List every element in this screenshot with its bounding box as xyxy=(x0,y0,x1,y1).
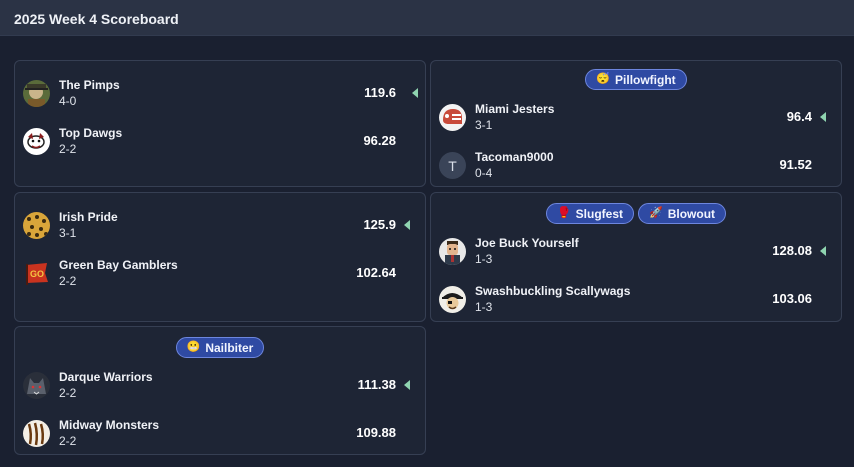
go-flag-avatar-icon: GO xyxy=(23,260,50,287)
team-score: 125.9 xyxy=(363,217,396,232)
sleepy-face-icon: 😴 xyxy=(596,73,611,85)
grimacing-face-icon: 😬 xyxy=(186,341,201,353)
winner-arrow-icon xyxy=(412,88,418,98)
winner-arrow-icon xyxy=(820,112,826,122)
winner-arrow-icon xyxy=(404,380,410,390)
team-score: 96.4 xyxy=(786,109,812,124)
badge-label: Blowout xyxy=(667,206,716,221)
wolf-avatar-icon xyxy=(23,372,50,399)
team-name: Midway Monsters xyxy=(59,418,160,432)
page-header: 2025 Week 4 Scoreboard xyxy=(0,0,854,36)
team-name: Irish Pride xyxy=(59,210,118,224)
team-score: 119.6 xyxy=(364,85,396,100)
team-score: 96.28 xyxy=(363,133,396,148)
rocket-icon: 🚀 xyxy=(649,207,663,219)
team-score: 128.08 xyxy=(772,243,812,258)
team-record: 3-1 xyxy=(59,226,77,240)
team-name: The Pimps xyxy=(59,78,120,92)
dog-avatar-icon xyxy=(23,128,50,155)
matchup-card[interactable]: Irish Pride 3-1 125.9 GO Green Bay Gambl… xyxy=(14,192,426,322)
slugfest-badge: 🥊 Slugfest xyxy=(545,203,634,224)
team-row[interactable]: Swashbuckling Scallywags 1-3 103.06 xyxy=(431,281,841,321)
matchup-card[interactable]: 🥊 Slugfest 🚀 Blowout Joe Buck Yourself 1-3… xyxy=(430,192,842,322)
team-score: 109.88 xyxy=(356,425,396,440)
team-record: 1-3 xyxy=(475,300,493,314)
team-row[interactable]: Miami Jesters 3-1 96.4 xyxy=(431,99,841,139)
winner-arrow-icon xyxy=(820,246,826,256)
team-name: Swashbuckling Scallywags xyxy=(475,284,631,298)
team-name: Joe Buck Yourself xyxy=(475,236,579,250)
team-name: Darque Warriors xyxy=(59,370,153,384)
team-score: 103.06 xyxy=(772,291,812,306)
team-name: Green Bay Gamblers xyxy=(59,258,178,272)
winner-arrow-icon xyxy=(404,220,410,230)
pillowfight-badge: 😴 Pillowfight xyxy=(585,69,687,90)
team-row[interactable]: Darque Warriors 2-2 111.38 xyxy=(15,367,425,407)
team-record: 2-2 xyxy=(59,386,77,400)
team-name: Tacoman9000 xyxy=(475,150,554,164)
matchup-card[interactable]: The Pimps 4-0 119.6 Top Dawgs 2-2 96.28 xyxy=(14,60,426,187)
team-row[interactable]: The Pimps 4-0 119.6 xyxy=(15,75,425,115)
letter-t-avatar-icon: T xyxy=(439,152,466,179)
team-row[interactable]: Midway Monsters 2-2 109.88 xyxy=(15,415,425,455)
team-record: 4-0 xyxy=(59,94,77,108)
badge-row: 😬 Nailbiter xyxy=(15,337,425,358)
leopard-avatar-icon xyxy=(23,212,50,239)
man-avatar-icon xyxy=(439,238,466,265)
team-row[interactable]: Top Dawgs 2-2 96.28 xyxy=(15,123,425,163)
matchup-card[interactable]: 😴 Pillowfight Miami Jesters 3-1 96.4 T Ta… xyxy=(430,60,842,187)
matchup-card[interactable]: 😬 Nailbiter Darque Warriors 2-2 111.38 Mi… xyxy=(14,326,426,455)
team-record: 2-2 xyxy=(59,434,77,448)
team-row[interactable]: T Tacoman9000 0-4 91.52 xyxy=(431,147,841,187)
badge-label: Pillowfight xyxy=(615,72,676,87)
team-score: 102.64 xyxy=(356,265,396,280)
team-name: Miami Jesters xyxy=(475,102,555,116)
blowout-badge: 🚀 Blowout xyxy=(638,203,727,224)
pirate-avatar-icon xyxy=(439,286,466,313)
football-helmet-avatar-icon xyxy=(439,104,466,131)
go-flag-text: GO xyxy=(30,269,44,279)
team-record: 2-2 xyxy=(59,142,77,156)
avatar-letter: T xyxy=(448,157,457,174)
team-score: 91.52 xyxy=(779,157,812,172)
team-name: Top Dawgs xyxy=(59,126,123,140)
team-record: 2-2 xyxy=(59,274,77,288)
team-score: 111.38 xyxy=(357,377,396,392)
team-record: 3-1 xyxy=(475,118,493,132)
badge-row: 😴 Pillowfight xyxy=(431,69,841,90)
page-title: 2025 Week 4 Scoreboard xyxy=(14,11,179,27)
boxing-glove-icon: 🥊 xyxy=(556,207,571,219)
team-row[interactable]: Irish Pride 3-1 125.9 xyxy=(15,207,425,247)
team-row[interactable]: GO Green Bay Gamblers 2-2 102.64 xyxy=(15,255,425,295)
badge-row: 🥊 Slugfest 🚀 Blowout xyxy=(431,203,841,224)
team-row[interactable]: Joe Buck Yourself 1-3 128.08 xyxy=(431,233,841,273)
badge-label: Nailbiter xyxy=(205,340,254,355)
team-record: 1-3 xyxy=(475,252,493,266)
nailbiter-badge: 😬 Nailbiter xyxy=(175,337,265,358)
badge-label: Slugfest xyxy=(575,206,623,221)
pimp-avatar-icon xyxy=(23,80,50,107)
tiger-claw-avatar-icon xyxy=(23,420,50,447)
team-record: 0-4 xyxy=(475,166,493,180)
